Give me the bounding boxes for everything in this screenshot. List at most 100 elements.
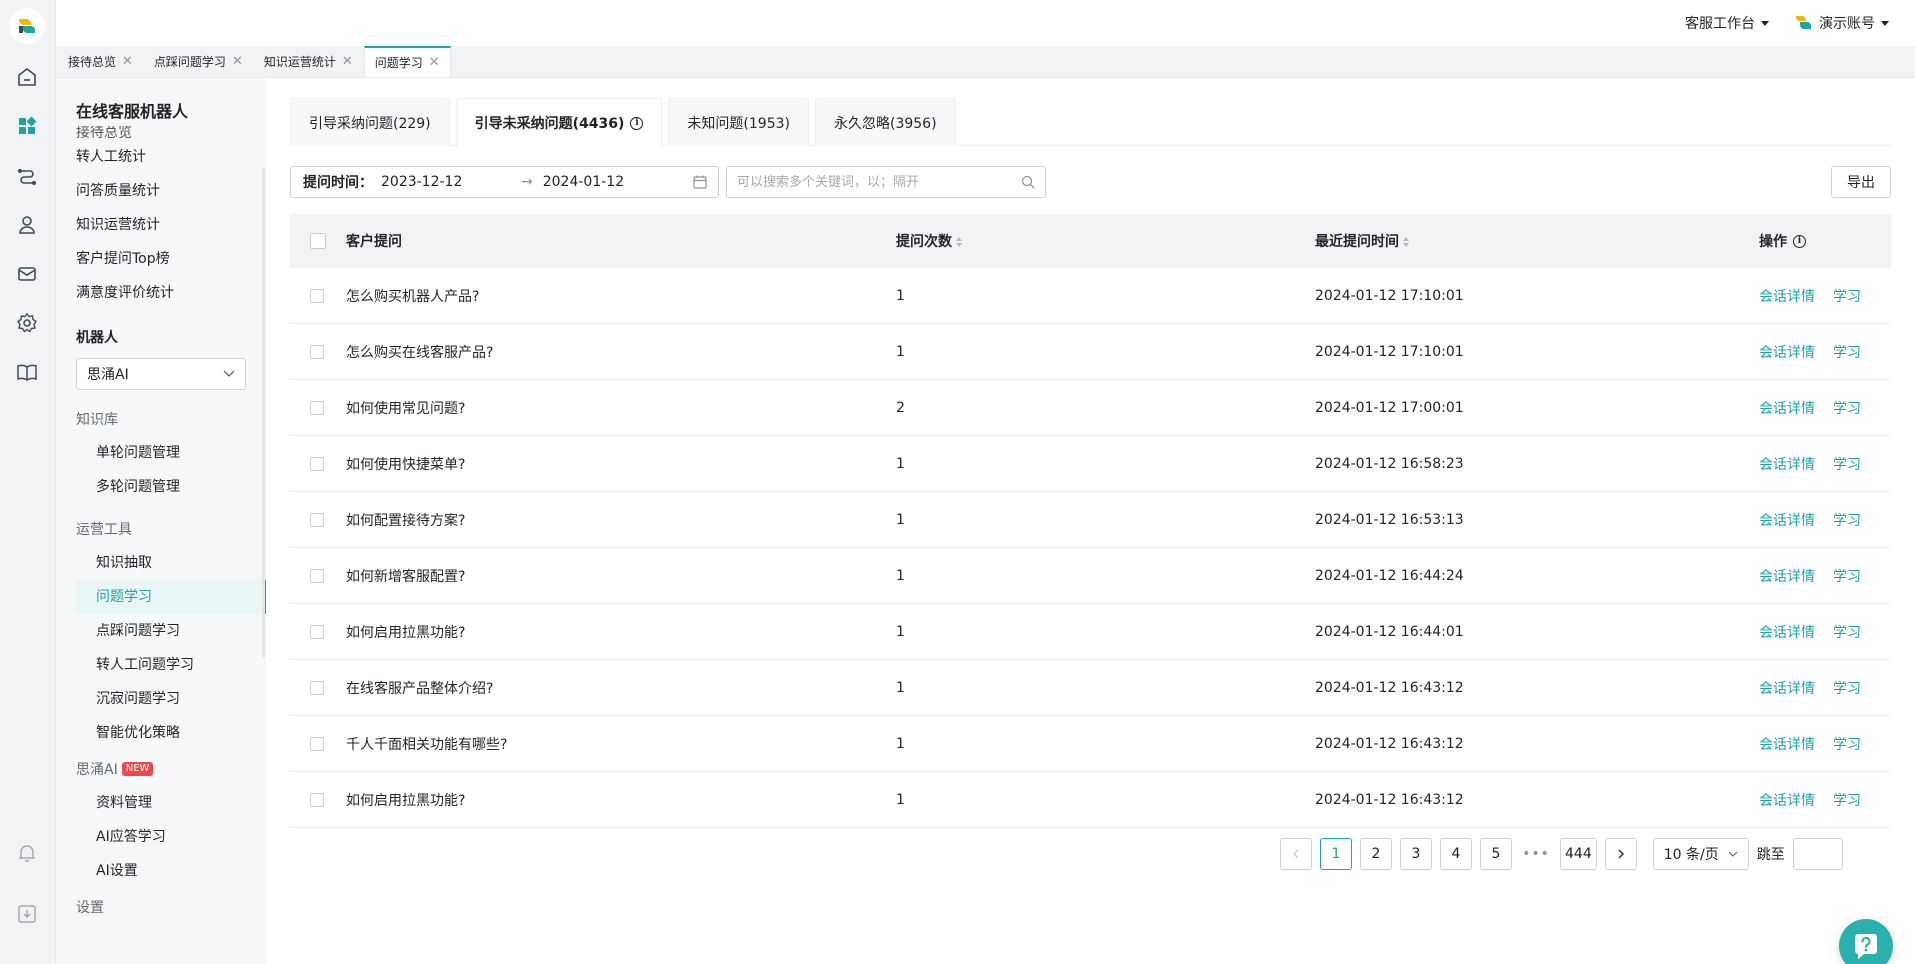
tab-label: 接待总览 xyxy=(68,55,117,69)
header-time[interactable]: 最近提问时间 xyxy=(1315,231,1759,251)
end-date-input[interactable]: 2024-01-12 xyxy=(543,174,683,190)
row-checkbox[interactable] xyxy=(310,456,324,471)
learn-link[interactable]: 学习 xyxy=(1833,286,1861,306)
tab-label: 永久忽略(3956) xyxy=(833,115,937,132)
sidebar-item-question-learning[interactable]: 问题学习 xyxy=(76,580,266,614)
learn-link[interactable]: 学习 xyxy=(1833,790,1861,810)
user-icon[interactable] xyxy=(14,212,40,238)
sidebar-item-materials[interactable]: 资料管理 xyxy=(56,786,266,820)
row-checkbox[interactable] xyxy=(310,344,324,359)
help-chat-button[interactable] xyxy=(1839,919,1893,964)
row-checkbox[interactable] xyxy=(310,792,324,807)
jump-page-input[interactable] xyxy=(1792,838,1843,870)
export-button[interactable]: 导出 xyxy=(1831,166,1891,198)
close-icon[interactable]: ✕ xyxy=(429,55,440,70)
learn-link[interactable]: 学习 xyxy=(1833,678,1861,698)
account-dropdown[interactable]: 演示账号 xyxy=(1795,13,1889,33)
tab-ignored[interactable]: 永久忽略(3956) xyxy=(814,98,956,146)
tab-knowledge-stats[interactable]: 知识运营统计 ✕ xyxy=(254,46,364,77)
download-icon[interactable] xyxy=(14,901,40,927)
row-checkbox[interactable] xyxy=(310,400,324,415)
session-detail-link[interactable]: 会话详情 xyxy=(1759,398,1815,418)
learn-link[interactable]: 学习 xyxy=(1833,566,1861,586)
sidebar-item-transfer-learning[interactable]: 转人工问题学习 xyxy=(56,648,266,682)
sidebar-item-knowledge-stats[interactable]: 知识运营统计 xyxy=(56,208,266,242)
sidebar-item-smart-optimize[interactable]: 智能优化策略 xyxy=(56,716,266,750)
row-checkbox[interactable] xyxy=(310,680,324,695)
page-button[interactable]: 3 xyxy=(1400,838,1432,870)
mail-icon[interactable] xyxy=(14,261,40,287)
route-icon[interactable] xyxy=(14,163,40,189)
sidebar-item-single-turn[interactable]: 单轮问题管理 xyxy=(56,436,266,470)
row-checkbox[interactable] xyxy=(310,624,324,639)
header-count[interactable]: 提问次数 xyxy=(896,231,1315,251)
session-detail-link[interactable]: 会话详情 xyxy=(1759,678,1815,698)
last-page-button[interactable]: 444 xyxy=(1560,838,1597,870)
close-icon[interactable]: ✕ xyxy=(122,54,133,69)
session-detail-link[interactable]: 会话详情 xyxy=(1759,622,1815,642)
page-button[interactable]: 5 xyxy=(1480,838,1512,870)
sidebar-item-silent-learning[interactable]: 沉寂问题学习 xyxy=(56,682,266,716)
sidebar-item-ai-learning[interactable]: AI应答学习 xyxy=(56,820,266,854)
sidebar-item-multi-turn[interactable]: 多轮问题管理 xyxy=(56,470,266,504)
dashboard-icon[interactable] xyxy=(14,113,40,139)
session-detail-link[interactable]: 会话详情 xyxy=(1759,342,1815,362)
home-icon[interactable] xyxy=(14,64,40,90)
tab-guided-adopted[interactable]: 引导采纳问题(229) xyxy=(290,98,450,146)
session-detail-link[interactable]: 会话详情 xyxy=(1759,510,1815,530)
page-ellipsis[interactable]: ••• xyxy=(1520,846,1552,862)
learn-link[interactable]: 学习 xyxy=(1833,398,1861,418)
app-logo[interactable] xyxy=(9,8,45,44)
info-icon[interactable]: i xyxy=(630,116,644,130)
robot-select[interactable]: 思涌AI xyxy=(76,358,246,390)
tab-reception-overview[interactable]: 接待总览 ✕ xyxy=(58,46,144,77)
page-button[interactable]: 2 xyxy=(1360,838,1392,870)
bell-icon[interactable] xyxy=(14,840,40,866)
tab-guided-not-adopted[interactable]: 引导未采纳问题(4436) i xyxy=(455,98,663,147)
learn-link[interactable]: 学习 xyxy=(1833,454,1861,474)
select-all-checkbox[interactable] xyxy=(310,233,326,249)
sidebar-item-knowledge-extract[interactable]: 知识抽取 xyxy=(56,546,266,580)
sidebar-item-partial[interactable]: 接待总览 xyxy=(56,126,266,140)
page-button[interactable]: 4 xyxy=(1440,838,1472,870)
book-icon[interactable] xyxy=(14,359,40,385)
learn-link[interactable]: 学习 xyxy=(1833,510,1861,530)
sidebar-item-dislike-learning[interactable]: 点踩问题学习 xyxy=(56,614,266,648)
sidebar-item-ai-settings[interactable]: AI设置 xyxy=(56,854,266,888)
sidebar-item-transfer-stats[interactable]: 转人工统计 xyxy=(56,140,266,174)
session-detail-link[interactable]: 会话详情 xyxy=(1759,454,1815,474)
row-checkbox[interactable] xyxy=(310,568,324,583)
row-checkbox[interactable] xyxy=(310,736,324,751)
search-icon[interactable] xyxy=(1021,175,1035,189)
next-page-button[interactable] xyxy=(1604,838,1637,870)
sort-icon[interactable] xyxy=(1403,237,1409,247)
session-detail-link[interactable]: 会话详情 xyxy=(1759,286,1815,306)
tab-question-learning[interactable]: 问题学习 ✕ xyxy=(363,46,451,77)
info-icon[interactable]: i xyxy=(1793,234,1806,248)
start-date-input[interactable]: 2023-12-12 xyxy=(381,174,521,190)
sidebar-item-qa-quality[interactable]: 问答质量统计 xyxy=(56,174,266,208)
page-size-select[interactable]: 10 条/页 xyxy=(1652,838,1749,870)
prev-page-button[interactable] xyxy=(1280,838,1312,870)
learn-link[interactable]: 学习 xyxy=(1833,734,1861,754)
calendar-icon[interactable] xyxy=(692,174,708,190)
session-detail-link[interactable]: 会话详情 xyxy=(1759,790,1815,810)
tab-unknown[interactable]: 未知问题(1953) xyxy=(668,98,809,146)
close-icon[interactable]: ✕ xyxy=(232,54,243,69)
learn-link[interactable]: 学习 xyxy=(1833,342,1861,362)
settings-icon[interactable] xyxy=(14,310,40,336)
tab-dislike-learning[interactable]: 点踩问题学习 ✕ xyxy=(144,46,254,77)
learn-link[interactable]: 学习 xyxy=(1833,622,1861,642)
close-icon[interactable]: ✕ xyxy=(342,54,353,69)
page-button[interactable]: 1 xyxy=(1320,838,1352,870)
row-checkbox[interactable] xyxy=(310,512,324,527)
session-detail-link[interactable]: 会话详情 xyxy=(1759,566,1815,586)
sort-icon[interactable] xyxy=(956,237,962,247)
session-detail-link[interactable]: 会话详情 xyxy=(1759,734,1815,754)
sidebar-item-top-questions[interactable]: 客户提问Top榜 xyxy=(56,242,266,276)
sidebar-item-satisfaction[interactable]: 满意度评价统计 xyxy=(56,276,266,310)
sidebar-scrollbar[interactable] xyxy=(262,168,265,658)
row-checkbox[interactable] xyxy=(310,288,324,303)
workspace-dropdown[interactable]: 客服工作台 xyxy=(1685,13,1769,33)
search-input[interactable] xyxy=(737,174,1007,190)
